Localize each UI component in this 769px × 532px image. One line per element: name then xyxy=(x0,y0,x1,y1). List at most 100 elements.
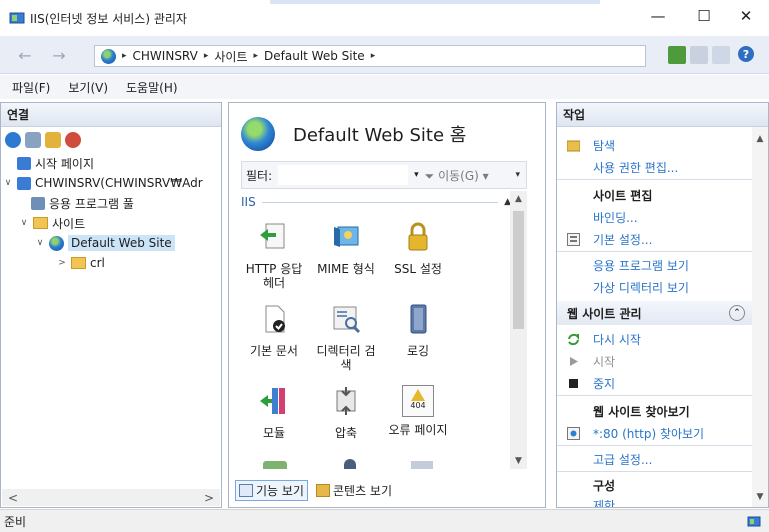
maximize-button[interactable]: ☐ xyxy=(681,0,727,32)
action-explore[interactable]: 탐색 xyxy=(593,137,615,154)
refresh-icon[interactable] xyxy=(668,46,686,64)
scroll-left-icon[interactable]: < xyxy=(8,491,18,505)
feature-directory-browsing[interactable]: 디렉터리 검색 xyxy=(313,303,379,372)
minimize-button[interactable]: — xyxy=(635,0,681,32)
status-text: 준비 xyxy=(4,514,27,529)
partial-feature-icon[interactable] xyxy=(411,461,433,469)
forward-button[interactable]: → xyxy=(48,45,70,65)
connect-icon[interactable] xyxy=(5,132,21,148)
menu-view[interactable]: 보기(V) xyxy=(66,77,110,98)
scroll-down-icon[interactable]: ▼ xyxy=(510,453,527,469)
action-restart[interactable]: 다시 시작 xyxy=(593,331,641,348)
app-pool-icon xyxy=(31,196,45,210)
collapse-icon[interactable]: ⌃ xyxy=(729,305,745,321)
action-limits[interactable]: 제한... xyxy=(593,497,627,507)
collapse-icon[interactable]: ∨ xyxy=(19,218,29,228)
filter-bar: 필터: ▾ ⏷ 이동(G) ▾ ▾ xyxy=(241,161,527,189)
filter-dropdown-icon[interactable]: ▾ xyxy=(414,170,419,180)
breadcrumb[interactable]: ▸ CHWINSRV ▸ 사이트 ▸ Default Web Site ▸ xyxy=(94,45,646,67)
feature-modules[interactable]: 모듈 xyxy=(241,385,307,440)
feature-http-response-headers[interactable]: HTTP 응답 헤더 xyxy=(241,221,307,290)
features-pane: Default Web Site 홈 필터: ▾ ⏷ 이동(G) ▾ ▾ IIS… xyxy=(228,102,546,508)
tree-item-server[interactable]: ∨ CHWINSRV(CHWINSRV₩Adr xyxy=(3,173,203,193)
action-view-virtual-directories[interactable]: 가상 디렉터리 보기 xyxy=(593,279,689,296)
directory-browsing-icon xyxy=(333,306,361,334)
filter-input[interactable] xyxy=(278,165,409,185)
network-status-icon xyxy=(747,516,761,527)
feature-default-document[interactable]: 기본 문서 xyxy=(241,303,307,358)
show-more-icon[interactable]: ▾ xyxy=(515,170,520,180)
action-bindings[interactable]: 바인딩... xyxy=(593,209,638,226)
tree-item-crl[interactable]: > crl xyxy=(57,253,105,273)
page-title: Default Web Site 홈 xyxy=(293,125,467,146)
feature-label: SSL 설정 xyxy=(394,262,442,276)
stop-icon[interactable] xyxy=(690,46,708,64)
warning-icon xyxy=(411,389,425,401)
tab-content-view[interactable]: 콘텐츠 보기 xyxy=(312,480,396,501)
feature-ssl-settings[interactable]: SSL 설정 xyxy=(385,221,451,276)
action-view-applications[interactable]: 응용 프로그램 보기 xyxy=(593,257,689,274)
compression-icon xyxy=(336,387,356,415)
action-stop[interactable]: 중지 xyxy=(593,375,615,392)
partial-feature-icon[interactable] xyxy=(344,459,356,469)
horizontal-scrollbar[interactable]: < > xyxy=(2,489,220,506)
close-button[interactable]: ✕ xyxy=(723,0,769,32)
tree-item-start-page[interactable]: 시작 페이지 xyxy=(17,153,94,173)
save-icon[interactable] xyxy=(25,132,41,148)
tree-item-app-pools[interactable]: 응용 프로그램 풀 xyxy=(31,193,134,213)
collapse-icon[interactable]: ∨ xyxy=(3,178,13,188)
group-header-iis[interactable]: IIS ▲ xyxy=(241,195,511,209)
menu-help[interactable]: 도움말(H) xyxy=(124,77,180,98)
partial-feature-icon[interactable] xyxy=(263,461,287,469)
feature-label: 디렉터리 검색 xyxy=(316,344,376,372)
collapse-icon[interactable]: ∨ xyxy=(35,238,45,248)
home-icon[interactable] xyxy=(712,46,730,64)
scroll-down-icon[interactable]: ▼ xyxy=(752,489,768,505)
section-title-browse-website: 웹 사이트 찾아보기 xyxy=(593,405,690,419)
feature-logging[interactable]: 로깅 xyxy=(385,303,451,358)
action-start[interactable]: 시작 xyxy=(593,353,615,370)
breadcrumb-item-server[interactable]: CHWINSRV xyxy=(133,49,198,63)
feature-label: 기본 문서 xyxy=(250,344,298,358)
tab-features-view[interactable]: 기능 보기 xyxy=(235,480,308,501)
error-code-text: 404 xyxy=(410,401,426,410)
up-folder-icon[interactable] xyxy=(45,132,61,148)
scrollbar-thumb[interactable] xyxy=(513,211,524,329)
feature-mime-types[interactable]: MIME 형식 xyxy=(313,221,379,276)
menu-file[interactable]: 파일(F) xyxy=(10,77,52,98)
restart-icon xyxy=(568,333,579,346)
actions-scrollbar[interactable]: ▲ ▼ xyxy=(752,127,768,507)
connections-toolbar xyxy=(1,127,221,153)
action-advanced-settings[interactable]: 고급 설정... xyxy=(593,451,652,468)
lock-icon xyxy=(408,222,428,251)
section-header-manage-website[interactable]: 웹 사이트 관리 ⌃ xyxy=(557,301,753,325)
globe-icon xyxy=(241,117,275,151)
content-view-icon xyxy=(315,484,330,497)
breadcrumb-item-default-web-site[interactable]: Default Web Site xyxy=(264,49,365,63)
action-basic-settings[interactable]: 기본 설정... xyxy=(593,231,652,248)
breadcrumb-separator-icon: ▸ xyxy=(253,51,259,61)
back-button[interactable]: ← xyxy=(14,45,36,65)
breadcrumb-item-sites[interactable]: 사이트 xyxy=(214,48,247,65)
feature-error-pages[interactable]: 404 오류 페이지 xyxy=(385,385,451,437)
sites-folder-icon xyxy=(33,217,48,229)
scroll-right-icon[interactable]: > xyxy=(204,491,214,505)
section-title: 웹 사이트 관리 xyxy=(567,306,642,321)
scroll-up-icon[interactable]: ▲ xyxy=(752,131,768,147)
vertical-scrollbar[interactable]: ▲ ▼ xyxy=(510,191,527,469)
breadcrumb-separator-icon: ▸ xyxy=(122,51,127,61)
action-edit-permissions[interactable]: 사용 권한 편집... xyxy=(593,159,678,176)
action-browse-80[interactable]: *:80 (http) 찾아보기 xyxy=(593,425,704,442)
section-title-configure: 구성 xyxy=(593,479,616,493)
scroll-up-icon[interactable]: ▲ xyxy=(510,191,527,207)
tree-item-sites[interactable]: ∨ 사이트 xyxy=(19,213,85,233)
expand-icon[interactable]: > xyxy=(57,258,67,268)
feature-compression[interactable]: 압축 xyxy=(313,385,379,440)
disconnect-icon[interactable] xyxy=(65,132,81,148)
tree-item-default-web-site[interactable]: ∨ Default Web Site xyxy=(35,233,175,253)
help-icon[interactable]: ? xyxy=(738,46,754,62)
address-bar: ← → ▸ CHWINSRV ▸ 사이트 ▸ Default Web Site … xyxy=(0,36,769,74)
go-button[interactable]: ⏷ 이동(G) ▾ xyxy=(425,167,489,184)
tab-label: 콘텐츠 보기 xyxy=(332,484,392,498)
explore-icon xyxy=(567,140,580,152)
